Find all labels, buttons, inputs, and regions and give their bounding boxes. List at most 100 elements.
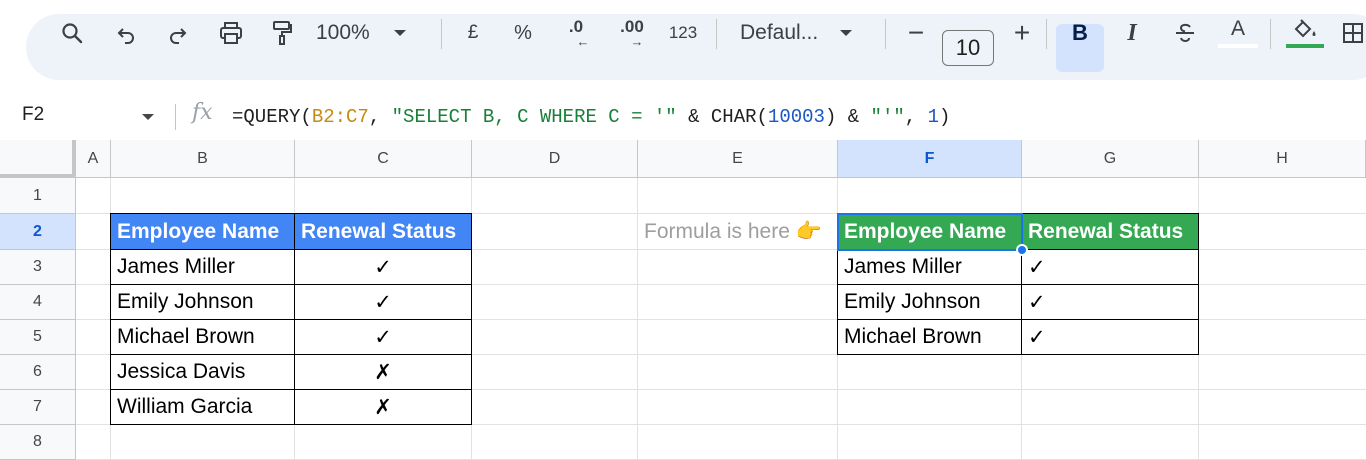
result-cell-status[interactable]: ✓	[1021, 284, 1199, 320]
formula-part: ,	[368, 106, 392, 128]
formula-part: =QUERY(	[232, 106, 312, 128]
redo-icon	[170, 28, 187, 44]
spreadsheet-grid: A B C D E F G H 1 2 3 4 5 6 7 8 Employee…	[0, 140, 1366, 460]
result-cell-name[interactable]: James Miller	[837, 249, 1022, 285]
row-header-8[interactable]: 8	[0, 425, 76, 460]
italic-button[interactable]: I	[1116, 0, 1148, 66]
result-cell-status[interactable]: ✓	[1021, 249, 1199, 285]
text-color-label: A	[1230, 17, 1245, 40]
chevron-down-icon	[840, 30, 853, 36]
print-button[interactable]	[212, 0, 250, 66]
undo-icon	[117, 28, 134, 44]
source-cell-name[interactable]: William Garcia	[110, 389, 295, 425]
bold-button[interactable]: B	[1056, 0, 1104, 66]
percent-label: %	[514, 21, 532, 44]
borders-button[interactable]	[1342, 0, 1366, 66]
separator	[1046, 19, 1047, 49]
plus-icon: +	[1013, 17, 1031, 48]
source-cell-name[interactable]: Michael Brown	[110, 319, 295, 355]
result-header-renewal-status[interactable]: Renewal Status	[1021, 213, 1199, 250]
formula-note[interactable]: Formula is here 👉	[644, 214, 838, 250]
row-header-2[interactable]: 2	[0, 214, 76, 250]
fill-color-bar	[1286, 44, 1324, 48]
separator	[1270, 19, 1271, 49]
row-header-3[interactable]: 3	[0, 250, 76, 285]
font-size-input[interactable]: 10	[942, 30, 994, 66]
row-header-7[interactable]: 7	[0, 390, 76, 425]
formula-string: "'"	[870, 106, 905, 128]
search-icon	[62, 23, 83, 44]
text-color-button[interactable]: A	[1218, 0, 1258, 66]
formula-input[interactable]: =QUERY(B2:C7, "SELECT B, C WHERE C = '" …	[232, 106, 950, 128]
font-size-value: 10	[955, 35, 981, 60]
currency-label: £	[467, 22, 479, 43]
font-select[interactable]: Defaul...	[740, 0, 872, 66]
paint-format-icon	[273, 21, 292, 45]
result-cell-name[interactable]: Emily Johnson	[837, 284, 1022, 320]
percent-format-button[interactable]: %	[508, 0, 538, 66]
separator	[175, 104, 176, 130]
fill-handle[interactable]	[1016, 244, 1028, 256]
arrow-left-icon: ←	[576, 34, 590, 49]
bold-label: B	[1072, 20, 1088, 45]
row-header-4[interactable]: 4	[0, 285, 76, 320]
source-cell-status[interactable]: ✓	[294, 319, 472, 355]
separator	[716, 19, 717, 49]
fx-icon: fx	[192, 100, 213, 125]
undo-button[interactable]	[108, 0, 144, 66]
column-header-f[interactable]: F	[838, 140, 1022, 178]
currency-format-button[interactable]: £	[458, 0, 488, 66]
column-header-c[interactable]: C	[295, 140, 472, 178]
paint-format-button[interactable]	[264, 0, 300, 66]
source-cell-status[interactable]: ✓	[294, 249, 472, 285]
more-formats-label: 123	[668, 23, 698, 42]
result-cell-name[interactable]: Michael Brown	[837, 319, 1022, 355]
redo-button[interactable]	[160, 0, 196, 66]
minus-icon: −	[907, 17, 925, 48]
name-box[interactable]: F2	[22, 104, 44, 126]
formula-range: B2:C7	[311, 106, 369, 128]
paint-bucket-icon	[1294, 19, 1316, 38]
formula-part: ,	[904, 106, 928, 128]
formula-bar: F2 fx =QUERY(B2:C7, "SELECT B, C WHERE C…	[0, 96, 1366, 138]
decrease-font-size-button[interactable]: −	[902, 0, 930, 66]
formula-part: & CHAR(	[676, 106, 768, 128]
result-header-employee-name[interactable]: Employee Name	[837, 213, 1022, 250]
column-header-d[interactable]: D	[472, 140, 638, 178]
decrease-decimal-button[interactable]: .0 ←	[556, 0, 596, 66]
column-header-h[interactable]: H	[1199, 140, 1366, 178]
result-cell-status[interactable]: ✓	[1021, 319, 1199, 355]
fill-color-button[interactable]	[1286, 0, 1324, 66]
strikethrough-button[interactable]	[1168, 0, 1202, 66]
zoom-select[interactable]: 100%	[316, 0, 426, 66]
column-header-a[interactable]: A	[76, 140, 111, 178]
column-header-g[interactable]: G	[1022, 140, 1199, 178]
formula-number: 10003	[767, 106, 825, 128]
formula-number: 1	[927, 106, 939, 128]
source-header-employee-name[interactable]: Employee Name	[110, 213, 295, 250]
arrow-right-icon: →	[630, 34, 644, 49]
source-cell-status[interactable]: ✗	[294, 354, 472, 390]
separator	[885, 19, 886, 49]
formula-part: )	[938, 106, 951, 128]
increase-decimal-button[interactable]: .00 →	[610, 0, 654, 66]
search-menus-button[interactable]	[52, 0, 92, 66]
source-cell-name[interactable]: Emily Johnson	[110, 284, 295, 320]
column-header-e[interactable]: E	[638, 140, 838, 178]
select-all-corner[interactable]	[0, 140, 76, 178]
row-header-6[interactable]: 6	[0, 355, 76, 390]
source-cell-name[interactable]: Jessica Davis	[110, 354, 295, 390]
source-cell-status[interactable]: ✗	[294, 389, 472, 425]
separator	[441, 19, 442, 49]
borders-icon	[1343, 23, 1363, 43]
chevron-down-icon[interactable]	[142, 114, 154, 120]
source-header-renewal-status[interactable]: Renewal Status	[294, 213, 472, 250]
source-cell-name[interactable]: James Miller	[110, 249, 295, 285]
row-header-1[interactable]: 1	[0, 178, 76, 214]
strikethrough-icon	[1176, 23, 1194, 42]
row-header-5[interactable]: 5	[0, 320, 76, 355]
increase-font-size-button[interactable]: +	[1008, 0, 1036, 66]
source-cell-status[interactable]: ✓	[294, 284, 472, 320]
column-header-b[interactable]: B	[111, 140, 295, 178]
more-formats-button[interactable]: 123	[664, 0, 702, 66]
